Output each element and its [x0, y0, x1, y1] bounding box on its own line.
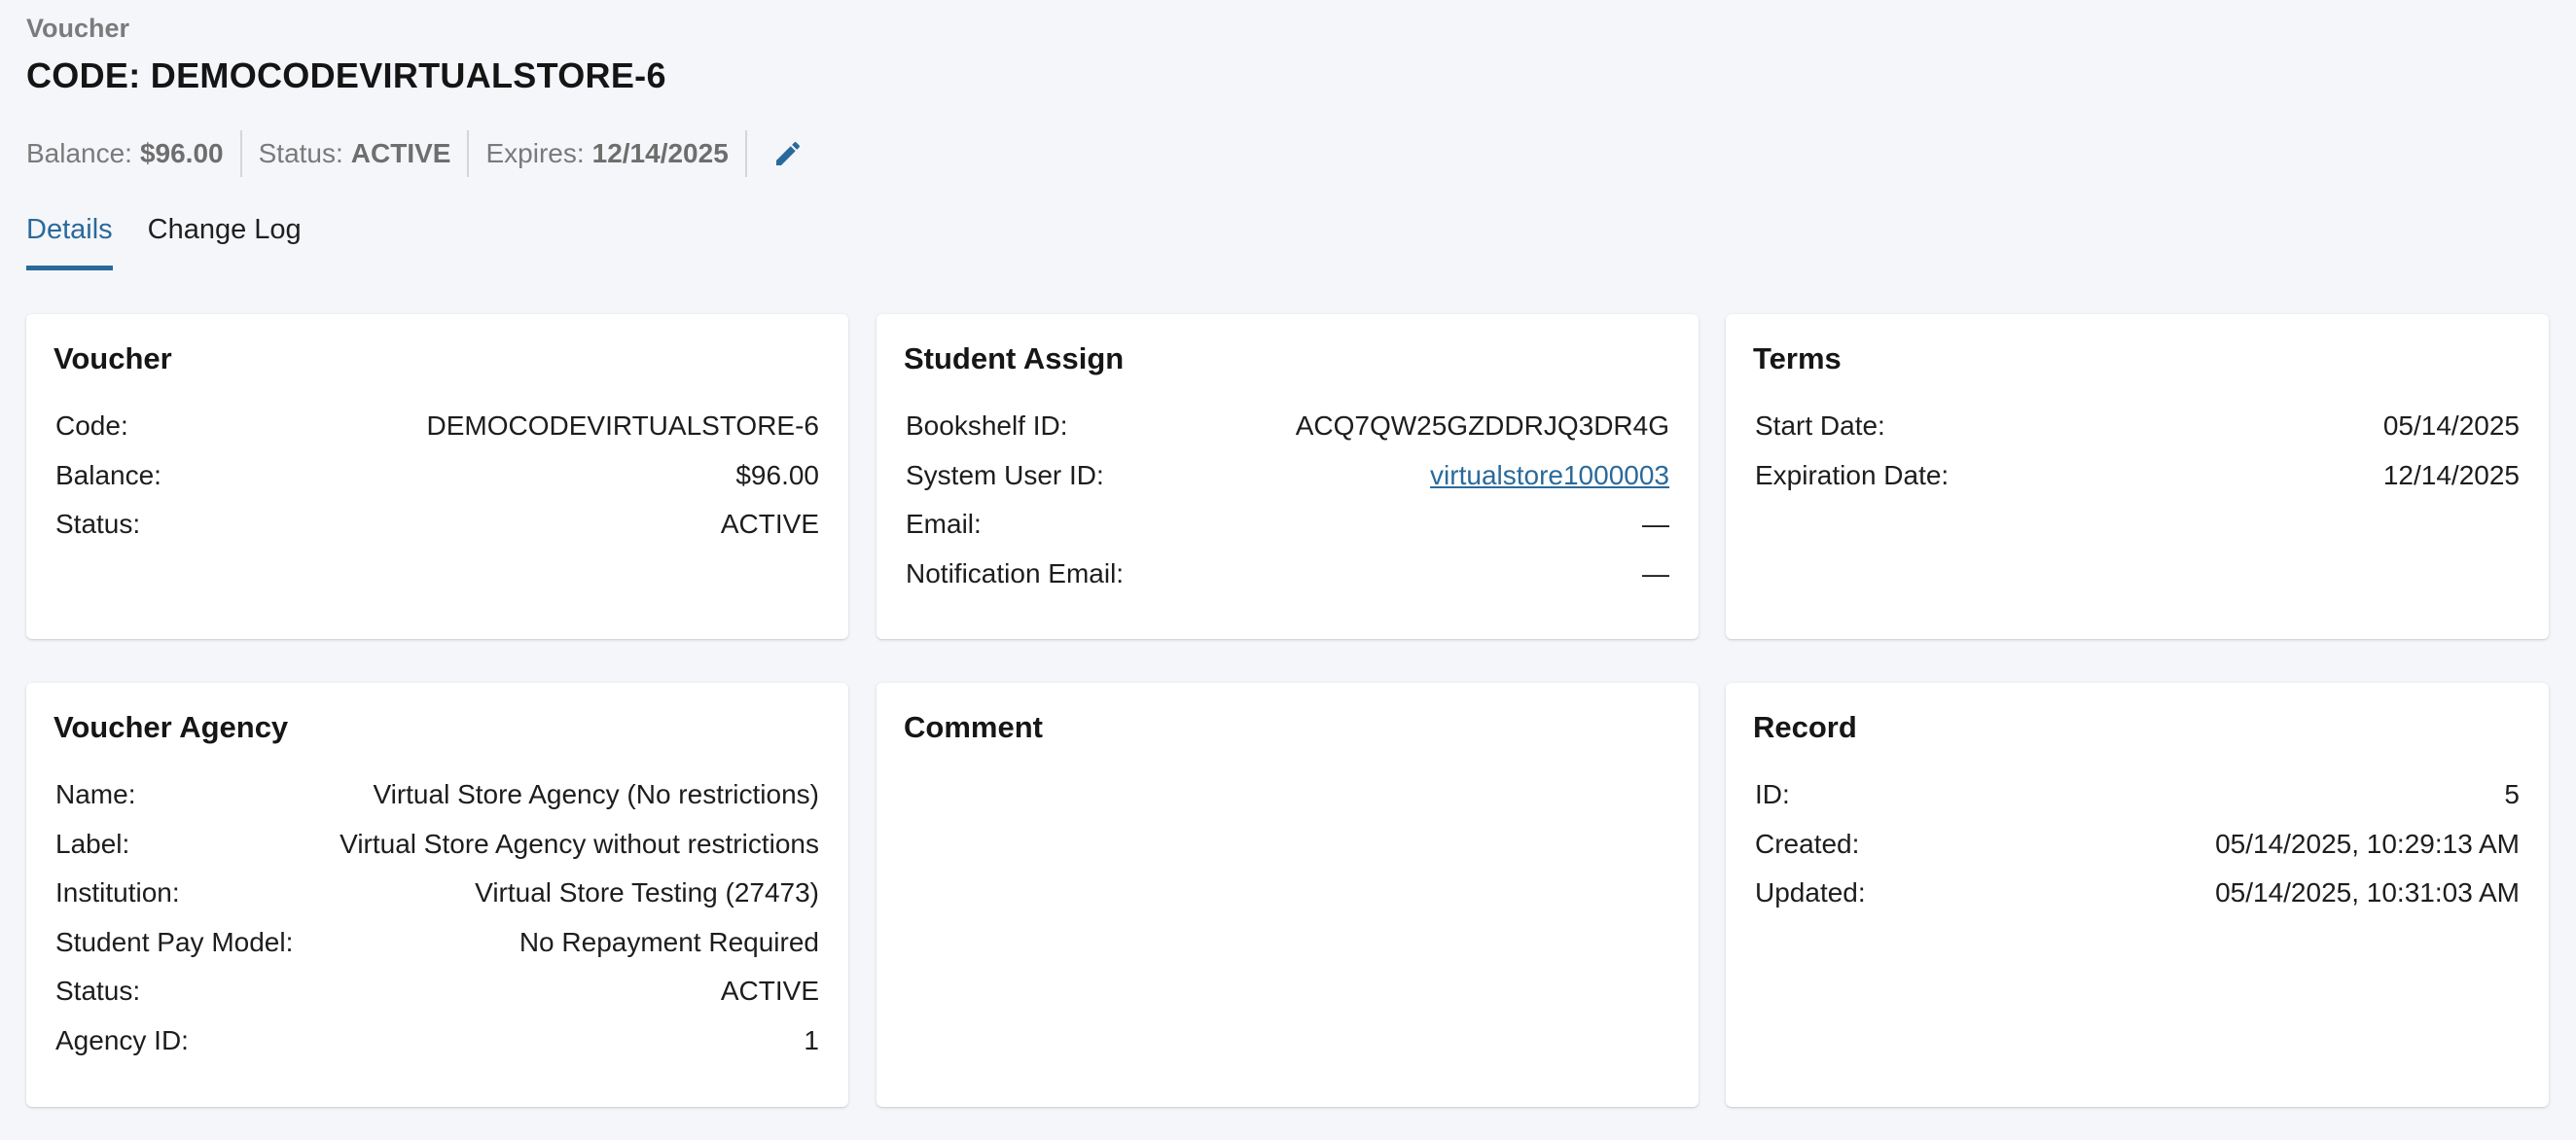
field-label: Start Date: — [1755, 410, 1885, 442]
field-label: Name: — [55, 779, 136, 810]
agency-id-value: 1 — [804, 1024, 819, 1055]
voucher-balance-value: $96.00 — [735, 459, 819, 490]
field-label: Expiration Date: — [1755, 459, 1950, 490]
field-label: System User ID: — [906, 459, 1104, 490]
terms-card-title: Terms — [1753, 341, 1842, 375]
student-assign-card: Student Assign Bookshelf ID: ACQ7QW25GZD… — [877, 314, 1699, 639]
summary-bar: Balance: $96.00 Status: ACTIVE Expires: … — [26, 130, 804, 177]
tab-details[interactable]: Details — [26, 204, 113, 270]
voucher-status-row: Status: ACTIVE — [55, 500, 819, 550]
summary-expires: Expires: 12/14/2025 — [469, 130, 747, 177]
summary-status: Status: ACTIVE — [242, 130, 470, 177]
record-updated-value: 05/14/2025, 10:31:03 AM — [2215, 877, 2520, 908]
record-updated-row: Updated: 05/14/2025, 10:31:03 AM — [1755, 869, 2520, 918]
agency-institution-value: Virtual Store Testing (27473) — [475, 877, 819, 908]
notification-email-value: — — [1642, 557, 1669, 588]
agency-label-row: Label: Virtual Store Agency without rest… — [55, 820, 819, 870]
record-created-row: Created: 05/14/2025, 10:29:13 AM — [1755, 820, 2520, 870]
summary-balance-label: Balance: — [26, 138, 132, 168]
summary-balance-value: $96.00 — [139, 138, 224, 168]
email-value: — — [1642, 509, 1669, 540]
page-title: CODE: DEMOCODEVIRTUALSTORE-6 — [26, 55, 666, 95]
field-label: Institution: — [55, 877, 180, 908]
system-user-id-row: System User ID: virtualstore1000003 — [906, 451, 1669, 501]
voucher-status-value: ACTIVE — [720, 509, 819, 540]
agency-name-value: Virtual Store Agency (No restrictions) — [373, 779, 819, 810]
summary-status-label: Status: — [258, 138, 343, 168]
email-row: Email: — — [906, 500, 1669, 550]
field-label: Updated: — [1755, 877, 1866, 908]
notification-email-row: Notification Email: — — [906, 550, 1669, 599]
field-label: Balance: — [55, 459, 161, 490]
summary-status-value: ACTIVE — [350, 138, 451, 168]
agency-pay-model-value: No Repayment Required — [519, 926, 819, 957]
voucher-code-value: DEMOCODEVIRTUALSTORE-6 — [426, 410, 819, 442]
field-label: Agency ID: — [55, 1024, 189, 1055]
agency-status-row: Status: ACTIVE — [55, 967, 819, 1016]
field-label: Status: — [55, 976, 141, 1007]
field-label: Created: — [1755, 828, 1860, 859]
voucher-agency-card: Voucher Agency Name: Virtual Store Agenc… — [26, 683, 848, 1107]
agency-status-value: ACTIVE — [720, 976, 819, 1007]
summary-balance: Balance: $96.00 — [26, 130, 242, 177]
edit-voucher-button[interactable] — [747, 130, 804, 177]
voucher-card: Voucher Code: DEMOCODEVIRTUALSTORE-6 Bal… — [26, 314, 848, 639]
start-date-row: Start Date: 05/14/2025 — [1755, 402, 2520, 451]
summary-expires-label: Expires: — [485, 138, 585, 168]
expiration-date-value: 12/14/2025 — [2382, 459, 2520, 490]
agency-name-row: Name: Virtual Store Agency (No restricti… — [55, 770, 819, 820]
bookshelf-id-value: ACQ7QW25GZDDRJQ3DR4G — [1295, 410, 1669, 442]
field-label: Notification Email: — [906, 557, 1125, 588]
field-label: Code: — [55, 410, 128, 442]
voucher-code-row: Code: DEMOCODEVIRTUALSTORE-6 — [55, 402, 819, 451]
page-eyebrow: Voucher — [26, 14, 130, 43]
comment-card-title: Comment — [904, 710, 1043, 744]
field-label: Student Pay Model: — [55, 926, 294, 957]
expiration-date-row: Expiration Date: 12/14/2025 — [1755, 451, 2520, 501]
field-label: ID: — [1755, 779, 1790, 810]
voucher-balance-row: Balance: $96.00 — [55, 451, 819, 501]
record-card: Record ID: 5 Created: 05/14/2025, 10:29:… — [1726, 683, 2549, 1107]
voucher-card-title: Voucher — [54, 341, 172, 375]
comment-card: Comment — [877, 683, 1699, 1107]
voucher-agency-card-title: Voucher Agency — [54, 710, 289, 744]
agency-institution-row: Institution: Virtual Store Testing (2747… — [55, 869, 819, 918]
agency-id-row: Agency ID: 1 — [55, 1016, 819, 1066]
field-label: Bookshelf ID: — [906, 410, 1068, 442]
record-id-row: ID: 5 — [1755, 770, 2520, 820]
field-label: Email: — [906, 509, 982, 540]
terms-card: Terms Start Date: 05/14/2025 Expiration … — [1726, 314, 2549, 639]
voucher-details-page: Voucher CODE: DEMOCODEVIRTUALSTORE-6 Bal… — [0, 0, 2576, 1140]
agency-label-value: Virtual Store Agency without restriction… — [340, 828, 819, 859]
pencil-icon — [775, 141, 800, 165]
tab-bar: Details Change Log — [26, 204, 302, 272]
start-date-value: 05/14/2025 — [2382, 410, 2520, 442]
record-created-value: 05/14/2025, 10:29:13 AM — [2215, 828, 2520, 859]
bookshelf-id-row: Bookshelf ID: ACQ7QW25GZDDRJQ3DR4G — [906, 402, 1669, 451]
field-label: Label: — [55, 828, 130, 859]
system-user-id-link[interactable]: virtualstore1000003 — [1430, 460, 1669, 491]
record-card-title: Record — [1753, 710, 1857, 744]
record-id-value: 5 — [2504, 779, 2520, 810]
summary-expires-value: 12/14/2025 — [591, 138, 729, 168]
field-label: Status: — [55, 509, 141, 540]
student-assign-card-title: Student Assign — [904, 341, 1125, 375]
agency-pay-model-row: Student Pay Model: No Repayment Required — [55, 918, 819, 968]
tab-change-log[interactable]: Change Log — [148, 204, 302, 270]
